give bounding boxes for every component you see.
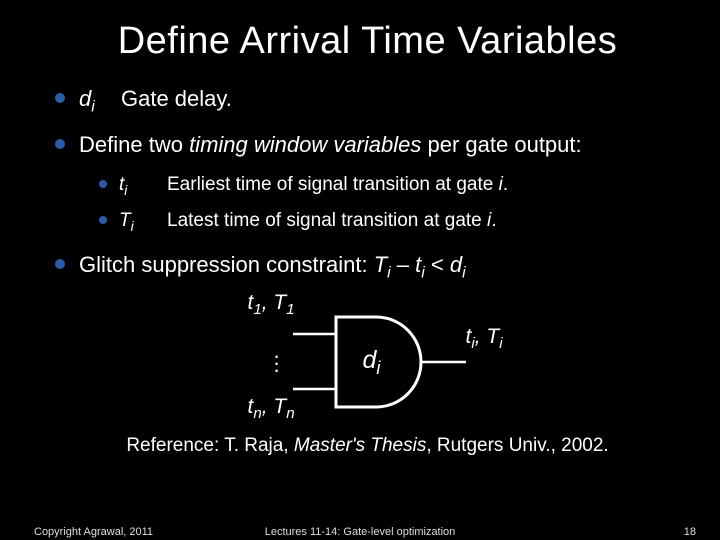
bullet-text: tiEarliest time of signal transition at … (119, 173, 508, 199)
input-last-label: tn, Tn (248, 395, 295, 422)
bullet-dot-icon (55, 93, 65, 103)
sub-bullet-earliest: tiEarliest time of signal transition at … (99, 173, 680, 199)
bullet-timing-window: Define two timing window variables per g… (55, 131, 680, 159)
reference-citation: Reference: T. Raja, Master's Thesis, Rut… (55, 435, 680, 457)
page-title: Define Arrival Time Variables (55, 20, 680, 63)
bullet-text: diGate delay. (79, 85, 232, 117)
slide: Define Arrival Time Variables diGate del… (0, 0, 720, 540)
ellipsis-icon: ... (274, 347, 280, 368)
and-gate-diagram: t1, T1 ... tn, Tn di ti, Ti (218, 289, 518, 429)
bullet-text: TiLatest time of signal transition at ga… (119, 209, 497, 235)
bullet-dot-icon (55, 259, 65, 269)
footer-page-number: 18 (684, 526, 696, 538)
bullet-text: Glitch suppression constraint: Ti – ti <… (79, 251, 466, 283)
gate-delay-label: di (363, 346, 381, 379)
sub-bullet-latest: TiLatest time of signal transition at ga… (99, 209, 680, 235)
footer-lecture: Lectures 11-14: Gate-level optimization (0, 526, 720, 538)
bullet-text: Define two timing window variables per g… (79, 131, 582, 159)
bullet-dot-icon (55, 139, 65, 149)
bullet-dot-icon (99, 180, 107, 188)
output-label: ti, Ti (466, 325, 503, 352)
bullet-dot-icon (99, 216, 107, 224)
input-first-label: t1, T1 (248, 291, 295, 318)
bullet-gate-delay: diGate delay. (55, 85, 680, 117)
bullet-glitch-constraint: Glitch suppression constraint: Ti – ti <… (55, 251, 680, 283)
